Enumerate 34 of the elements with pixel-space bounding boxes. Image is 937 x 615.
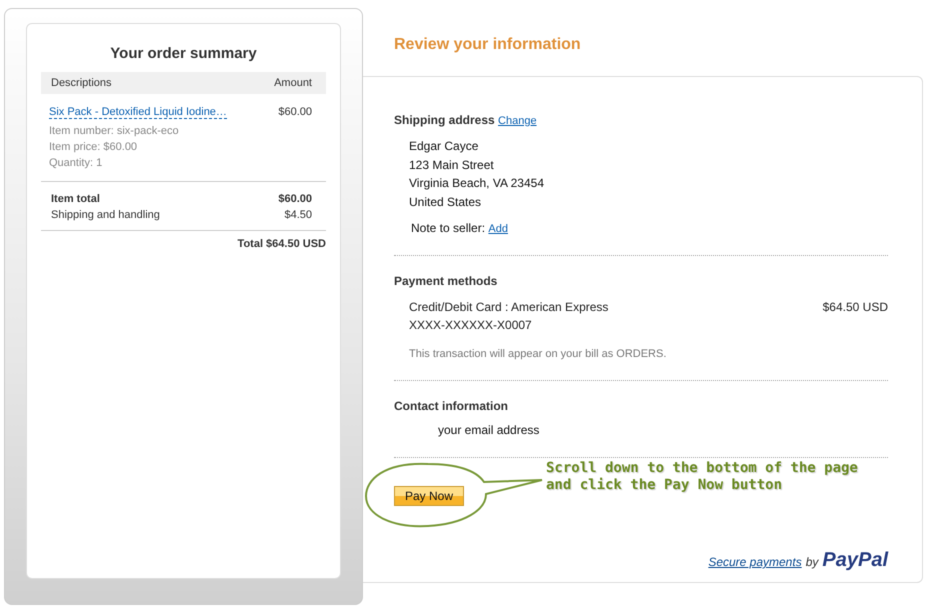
- payment-method: Credit/Debit Card : American Express: [409, 299, 608, 316]
- add-note-link[interactable]: Add: [488, 223, 508, 235]
- note-label: Note to seller:: [411, 221, 486, 235]
- column-header: Amount: [274, 77, 312, 89]
- section-heading: Shipping address: [394, 113, 495, 127]
- total-value: $4.50: [284, 208, 312, 223]
- item-detail: Quantity: 1: [49, 156, 104, 171]
- billing-notice: This transaction will appear on your bill as ORDERS.: [408, 348, 668, 360]
- total-label: Item total: [51, 192, 100, 207]
- card-number: XXXX-XXXXXX-X0007: [408, 317, 533, 334]
- column-header: Descriptions: [51, 77, 112, 89]
- change-link[interactable]: Change: [498, 115, 537, 127]
- section-heading: Contact information: [394, 399, 508, 413]
- total-value: $60.00: [278, 192, 312, 207]
- address-line: Edgar Cayce: [409, 138, 480, 155]
- paypal-logo: PayPal: [822, 549, 888, 572]
- callout-text: Scroll down to the bottom of the page and click the Pay Now button: [546, 460, 858, 494]
- item-detail: Item price: $60.00: [49, 140, 138, 155]
- address-line: Virginia Beach, VA 23454: [409, 175, 545, 192]
- grand-total: Total $64.50 USD: [236, 237, 326, 250]
- item-detail: Item number: six-pack-eco: [49, 124, 180, 139]
- payment-amount: $64.50 USD: [822, 299, 888, 316]
- address-line: United States: [409, 194, 482, 210]
- pay-now-button[interactable]: Pay Now: [394, 486, 464, 506]
- item-amount: $60.00: [278, 106, 312, 119]
- contact-email: your email address: [437, 423, 540, 437]
- by-label: by: [806, 555, 818, 569]
- secure-payments-link[interactable]: Secure payments: [708, 555, 802, 569]
- item-link[interactable]: Six Pack - Detoxified Liquid Iodine…: [49, 106, 227, 119]
- total-label: Shipping and handling: [51, 208, 160, 223]
- section-heading: Payment methods: [394, 274, 498, 288]
- order-summary-title: Your order summary: [109, 45, 258, 62]
- address-line: 123 Main Street: [409, 156, 495, 174]
- review-title: Review your information: [393, 35, 582, 55]
